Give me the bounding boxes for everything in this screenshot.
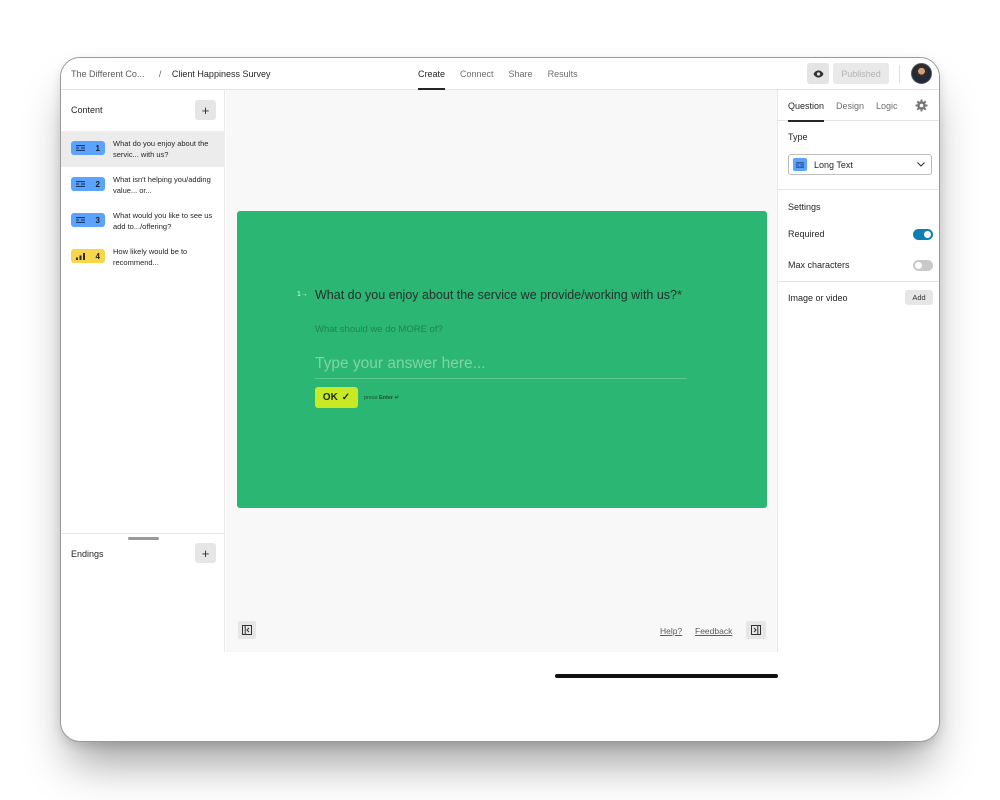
settings-panel: Question Design Logic Type Long Text Set… (777, 90, 939, 652)
question-badge: 2 (71, 177, 105, 191)
tab-question[interactable]: Question (788, 101, 825, 122)
home-indicator (555, 674, 778, 678)
form-title[interactable]: Client Happiness Survey (172, 69, 271, 79)
question-number: 1 (95, 143, 100, 153)
enter-key-label: Enter ↵ (378, 395, 400, 401)
question-badge: 3 (71, 213, 105, 227)
breadcrumb: The Different Co... / Client Happiness S… (71, 69, 270, 79)
help-link[interactable]: Help? (660, 626, 682, 636)
question-list: 1 What do you enjoy about the servic... … (61, 131, 225, 275)
add-question-button[interactable]: + (195, 100, 216, 120)
type-badge (793, 158, 807, 171)
main-tabs: Create Connect Share Results (418, 58, 578, 90)
question-item-4[interactable]: 4 How likely would be to recommend... (61, 239, 225, 275)
max-characters-label: Max characters (788, 260, 850, 270)
answer-input[interactable]: Type your answer here... (315, 354, 687, 379)
tab-design[interactable]: Design (836, 101, 864, 111)
tab-logic[interactable]: Logic (876, 101, 898, 111)
long-text-icon (796, 161, 804, 168)
app-window: The Different Co... / Client Happiness S… (60, 57, 940, 742)
type-label: Type (788, 132, 808, 142)
type-value: Long Text (814, 159, 853, 170)
question-item-1[interactable]: 1 What do you enjoy about the servic... … (61, 131, 225, 167)
image-or-video-label: Image or video (788, 293, 848, 303)
content-title: Content (71, 105, 103, 115)
top-bar: The Different Co... / Client Happiness S… (61, 58, 939, 90)
divider (899, 65, 900, 83)
panel-tabs: Question Design Logic (778, 90, 939, 122)
preview-button[interactable] (807, 63, 829, 84)
check-icon: ✓ (341, 392, 351, 403)
question-label: How likely would be to recommend... (113, 247, 188, 267)
question-title[interactable]: What do you enjoy about the service we p… (315, 287, 695, 303)
ok-label: OK (322, 392, 338, 403)
resize-handle[interactable] (128, 537, 159, 540)
form-preview-card[interactable]: 1→ What do you enjoy about the service w… (237, 211, 767, 508)
question-item-2[interactable]: 2 What isn't helping you/adding value...… (61, 167, 225, 203)
avatar[interactable] (911, 63, 932, 84)
divider (778, 189, 939, 190)
eye-icon (813, 70, 823, 77)
divider (778, 281, 939, 282)
required-label: Required (788, 229, 825, 239)
tab-results[interactable]: Results (548, 58, 578, 90)
content-sidebar: Content + 1 What do you enjoy about the … (61, 90, 225, 652)
required-toggle[interactable] (913, 229, 933, 240)
long-text-icon (76, 181, 85, 187)
tab-create[interactable]: Create (418, 58, 446, 90)
divider (61, 533, 225, 534)
max-characters-toggle[interactable] (913, 260, 933, 271)
press-enter-hint: press Enter ↵ (364, 395, 399, 401)
tab-share[interactable]: Share (509, 58, 533, 90)
long-text-icon (76, 145, 85, 151)
breadcrumb-workspace[interactable]: The Different Co... (71, 69, 144, 79)
collapse-right-icon (751, 625, 761, 635)
collapse-left-panel-button[interactable] (238, 621, 256, 639)
question-label: What isn't helping you/adding value... o… (113, 175, 211, 195)
question-number: 2 (95, 179, 100, 189)
collapse-left-icon (242, 625, 252, 635)
settings-label: Settings (788, 202, 821, 212)
feedback-link[interactable]: Feedback (695, 626, 732, 636)
add-ending-button[interactable]: + (195, 543, 216, 563)
question-label: What would you like to see us add to.../… (113, 211, 213, 231)
question-description[interactable]: What should we do MORE of? (315, 324, 443, 335)
collapse-right-panel-button[interactable] (746, 621, 766, 639)
toggle-knob (915, 262, 922, 269)
question-number: 3 (95, 215, 100, 225)
publish-button[interactable]: Published (833, 63, 889, 84)
gear-icon[interactable] (915, 99, 928, 112)
question-number: 4 (95, 251, 100, 261)
toggle-knob (924, 231, 931, 238)
question-number-indicator: 1→ (297, 291, 308, 298)
question-item-3[interactable]: 3 What would you like to see us add to..… (61, 203, 225, 239)
question-label: What do you enjoy about the servic... wi… (113, 139, 209, 159)
press-hint-text: press (364, 395, 378, 401)
chevron-down-icon (917, 162, 925, 167)
opinion-scale-icon (76, 252, 85, 260)
endings-title: Endings (71, 549, 104, 559)
question-badge: 1 (71, 141, 105, 155)
ok-button[interactable]: OK ✓ (315, 387, 358, 408)
question-type-select[interactable]: Long Text (788, 154, 932, 175)
long-text-icon (76, 217, 85, 223)
breadcrumb-separator: / (158, 69, 162, 79)
add-media-button[interactable]: Add (905, 290, 933, 305)
form-canvas: 1→ What do you enjoy about the service w… (226, 90, 778, 678)
arrow-icon: → (300, 291, 308, 298)
tab-connect[interactable]: Connect (460, 58, 494, 90)
question-badge: 4 (71, 249, 105, 263)
